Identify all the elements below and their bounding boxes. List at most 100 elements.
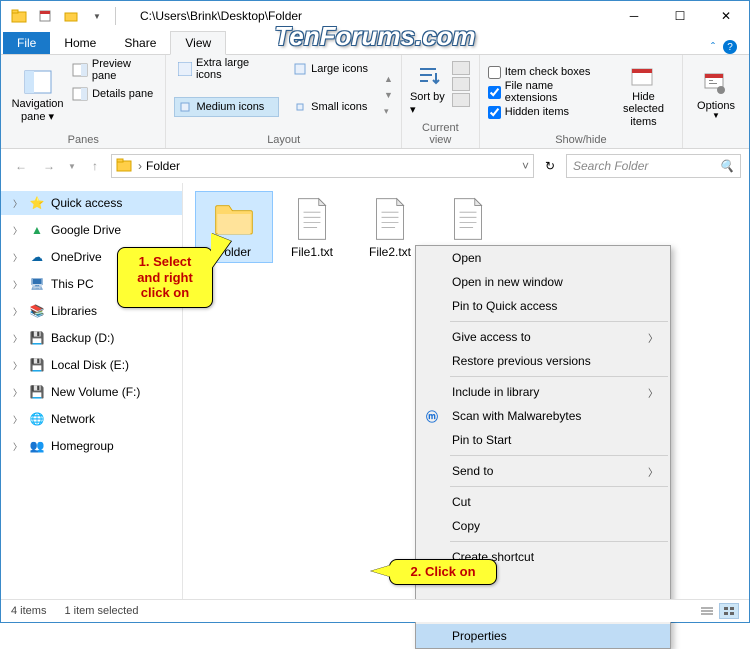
chevron-right-icon[interactable]: 〉 — [13, 386, 23, 399]
search-input[interactable]: Search Folder 🔍 — [566, 154, 741, 178]
sidebar-item-label: Homegroup — [51, 439, 114, 453]
menu-item-cut[interactable]: Cut — [416, 490, 670, 514]
menu-item-include-in-library[interactable]: Include in library〉 — [416, 380, 670, 404]
breadcrumb-dropdown-icon[interactable]: ˅ — [522, 159, 529, 173]
layout-medium[interactable]: Medium icons — [174, 97, 279, 117]
collapse-ribbon-icon[interactable]: ˆ — [711, 40, 715, 54]
layout-extra-large[interactable]: Extra large icons — [174, 59, 279, 79]
menu-item-send-to[interactable]: Send to〉 — [416, 459, 670, 483]
tab-share[interactable]: Share — [110, 32, 170, 54]
status-selected-count: 1 item selected — [64, 605, 138, 617]
ribbon: Navigation pane ▾ Preview pane Details p… — [1, 55, 749, 149]
qat-properties-icon[interactable] — [33, 5, 57, 27]
navigation-pane-button[interactable]: Navigation pane ▾ — [9, 59, 66, 132]
refresh-button[interactable]: ↻ — [538, 159, 562, 173]
menu-item-label: Open in new window — [452, 275, 563, 289]
tab-view[interactable]: View — [170, 31, 226, 55]
folder-icon — [116, 158, 132, 175]
ribbon-group-options: Options▼ — [683, 55, 749, 148]
chevron-right-icon[interactable]: 〉 — [13, 251, 23, 264]
back-button[interactable]: ← — [9, 154, 33, 178]
menu-item-label: Cut — [452, 495, 471, 509]
menu-item-label: Pin to Quick access — [452, 299, 557, 313]
details-pane-button[interactable]: Details pane — [72, 83, 157, 105]
details-view-button[interactable] — [697, 603, 717, 619]
chevron-right-icon[interactable]: 〉 — [13, 359, 23, 372]
file-extensions-toggle[interactable]: File name extensions — [488, 83, 607, 101]
item-checkboxes-toggle[interactable]: Item check boxes — [488, 63, 607, 81]
qat-dropdown-icon[interactable]: ▼ — [85, 5, 109, 27]
context-menu: Open Open in new window Pin to Quick acces… — [415, 245, 671, 649]
icons-view-button[interactable] — [719, 603, 739, 619]
chevron-right-icon[interactable]: 〉 — [13, 224, 23, 237]
menu-item-pin-to-start[interactable]: Pin to Start — [416, 428, 670, 452]
menu-item-open[interactable]: Open — [416, 246, 670, 270]
menu-item-copy[interactable]: Copy — [416, 514, 670, 538]
layout-scroll-down-icon[interactable]: ▼ — [384, 90, 393, 100]
breadcrumb-folder[interactable]: Folder — [146, 159, 180, 173]
file-item-file1-txt[interactable]: File1.txt — [273, 191, 351, 263]
layout-expand-icon[interactable]: ▾ — [384, 106, 393, 117]
chevron-right-icon[interactable]: 〉 — [13, 332, 23, 345]
layout-scroll-up-icon[interactable]: ▲ — [384, 74, 393, 84]
recent-dropdown-icon[interactable]: ▼ — [65, 154, 79, 178]
sidebar-item-network[interactable]: 〉🌐Network — [1, 407, 182, 431]
window-controls: ─ ☐ ✕ — [611, 1, 749, 31]
menu-item-properties[interactable]: Properties — [416, 624, 670, 648]
menu-item-open-in-new-window[interactable]: Open in new window — [416, 270, 670, 294]
chevron-right-icon[interactable]: 〉 — [13, 197, 23, 210]
ribbon-group-layout: Extra large icons Large icons Medium ico… — [166, 55, 402, 148]
ribbon-tabs: File Home Share View ˆ ? — [1, 31, 749, 55]
menu-item-label: Give access to — [452, 330, 531, 344]
layout-small[interactable]: Small icons — [289, 97, 372, 117]
preview-pane-button[interactable]: Preview pane — [72, 59, 157, 81]
chevron-right-icon[interactable]: 〉 — [13, 413, 23, 426]
chevron-right-icon[interactable]: 〉 — [13, 440, 23, 453]
sidebar-item-label: Google Drive — [51, 223, 121, 237]
sort-by-button[interactable]: Sort by ▾ — [410, 59, 446, 120]
sidebar-item-new-volume-f-[interactable]: 〉💾New Volume (F:) — [1, 380, 182, 404]
hidden-items-toggle[interactable]: Hidden items — [488, 103, 607, 121]
sidebar-item-quick-access[interactable]: 〉⭐Quick access — [1, 191, 182, 215]
chevron-right-icon[interactable]: 〉 — [13, 305, 23, 318]
sidebar-item-google-drive[interactable]: 〉▲Google Drive — [1, 218, 182, 242]
chevron-right-icon: 〉 — [648, 330, 658, 345]
help-icon[interactable]: ? — [723, 40, 737, 54]
menu-item-scan-with-malwarebytes[interactable]: ⓜScan with Malwarebytes — [416, 404, 670, 428]
menu-item-label: Restore previous versions — [452, 354, 591, 368]
hide-selected-button[interactable]: Hide selected items — [613, 59, 674, 132]
menu-item-pin-to-quick-access[interactable]: Pin to Quick access — [416, 294, 670, 318]
menu-item-label: Pin to Start — [452, 433, 511, 447]
breadcrumb[interactable]: › Folder ˅ — [111, 154, 534, 178]
menu-item-label: Scan with Malwarebytes — [452, 409, 581, 423]
content-pane[interactable]: FolderFile1.txtFile2.txtFile3.txt OpenOp… — [183, 183, 749, 601]
ribbon-group-show-hide: Item check boxes File name extensions Hi… — [480, 55, 683, 148]
chevron-right-icon: 〉 — [648, 385, 658, 400]
status-bar: 4 items 1 item selected — [1, 599, 749, 622]
search-icon: 🔍 — [719, 159, 734, 173]
sidebar-item-label: Backup (D:) — [51, 331, 114, 345]
chevron-right-icon[interactable]: 〉 — [13, 278, 23, 291]
sidebar-item-homegroup[interactable]: 〉👥Homegroup — [1, 434, 182, 458]
forward-button[interactable]: → — [37, 154, 61, 178]
layout-large[interactable]: Large icons — [289, 59, 372, 79]
text-file-icon — [288, 195, 336, 243]
tab-home[interactable]: Home — [50, 32, 110, 54]
view-column-options[interactable] — [452, 59, 470, 120]
sidebar-item-label: Network — [51, 412, 95, 426]
menu-item-label: Open — [452, 251, 481, 265]
sidebar-item-local-disk-e-[interactable]: 〉💾Local Disk (E:) — [1, 353, 182, 377]
sidebar-item-label: Libraries — [51, 304, 97, 318]
minimize-button[interactable]: ─ — [611, 1, 657, 31]
close-button[interactable]: ✕ — [703, 1, 749, 31]
qat-new-folder-icon[interactable] — [59, 5, 83, 27]
tab-file[interactable]: File — [3, 32, 50, 54]
up-button[interactable]: ↑ — [83, 154, 107, 178]
menu-item-restore-previous-versions[interactable]: Restore previous versions — [416, 349, 670, 373]
sidebar-item-label: New Volume (F:) — [51, 385, 140, 399]
callout-arrow-icon — [211, 233, 231, 269]
maximize-button[interactable]: ☐ — [657, 1, 703, 31]
options-button[interactable]: Options▼ — [691, 59, 741, 132]
sidebar-item-backup-d-[interactable]: 〉💾Backup (D:) — [1, 326, 182, 350]
menu-item-give-access-to[interactable]: Give access to 〉 — [416, 325, 670, 349]
